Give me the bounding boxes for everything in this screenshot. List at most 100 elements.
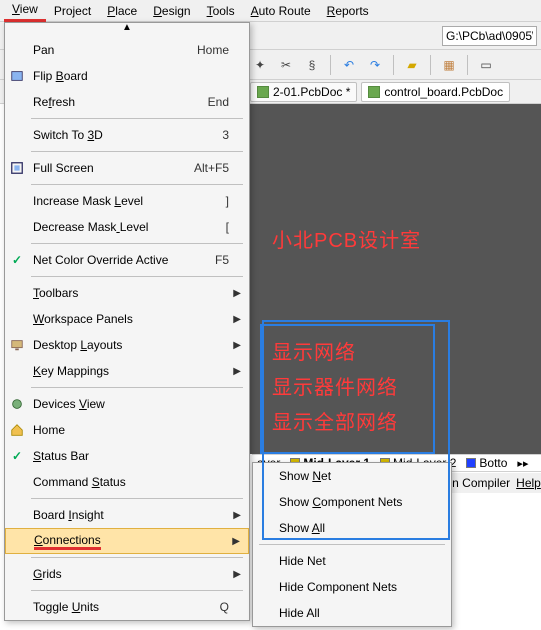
submenu-arrow-icon: ▶ xyxy=(229,569,241,580)
menu-place[interactable]: Place xyxy=(99,1,145,21)
shortcut-label: Home xyxy=(179,43,229,57)
layer-tab[interactable]: Botto xyxy=(461,456,512,470)
menu-item-label: Command Status xyxy=(29,475,179,489)
submenu-item-hide-net[interactable]: Hide Net xyxy=(253,548,451,574)
tool-highlight-icon[interactable]: ▰ xyxy=(402,55,422,75)
menu-item-label: Flip Board xyxy=(29,69,179,83)
submenu-item-label: Hide Net xyxy=(275,554,443,568)
menu-item-label: Net Color Override Active xyxy=(29,253,179,267)
doc-tab-label: control_board.PcbDoc xyxy=(384,85,503,99)
menu-item-flip-board[interactable]: Flip Board xyxy=(5,63,249,89)
separator xyxy=(330,55,331,75)
pcb-icon xyxy=(368,86,380,98)
submenu-arrow-icon: ▶ xyxy=(229,288,241,299)
tool-selection-icon[interactable]: ▭ xyxy=(476,55,496,75)
submenu-item-hide-component-nets[interactable]: Hide Component Nets xyxy=(253,574,451,600)
menu-item-board-insight[interactable]: Board Insight▶ xyxy=(5,502,249,528)
doc-tab[interactable]: 2-01.PcbDoc * xyxy=(250,82,357,102)
menu-item-increase-mask-level[interactable]: Increase Mask Level] xyxy=(5,188,249,214)
menu-design[interactable]: Design xyxy=(145,1,198,21)
menu-autoroute[interactable]: Auto Route xyxy=(243,1,319,21)
submenu-arrow-icon: ▶ xyxy=(229,366,241,377)
menu-item-connections[interactable]: Connections ▶ xyxy=(5,528,249,554)
menu-reports[interactable]: Reports xyxy=(319,1,377,21)
submenu-item-hide-all[interactable]: Hide All xyxy=(253,600,451,626)
check-icon: ✓ xyxy=(5,449,29,463)
annotation-box: 显示网络 显示器件网络 显示全部网络 xyxy=(260,324,435,454)
tool-scissors-icon[interactable]: ✂ xyxy=(276,55,296,75)
menu-item-home[interactable]: Home xyxy=(5,417,249,443)
submenu-arrow-icon: ▶ xyxy=(228,536,240,547)
pcb-canvas[interactable]: 小北PCB设计室 显示网络 显示器件网络 显示全部网络 xyxy=(250,104,541,454)
menu-item-toolbars[interactable]: Toolbars ▶ xyxy=(5,280,249,306)
menu-item-command-status[interactable]: Command Status xyxy=(5,469,249,495)
submenu-item-label: Hide Component Nets xyxy=(275,580,443,594)
devices-icon xyxy=(5,397,29,411)
submenu-item-label: Show Component Nets xyxy=(275,495,443,509)
tool-undo-icon[interactable]: ↶ xyxy=(339,55,359,75)
menu-item-net-color-override-active[interactable]: ✓Net Color Override ActiveF5 xyxy=(5,247,249,273)
separator xyxy=(31,498,243,499)
check-icon: ✓ xyxy=(5,253,29,267)
menu-tools[interactable]: Tools xyxy=(199,1,243,21)
submenu-item-label: Hide All xyxy=(275,606,443,620)
menu-item-label: Switch To 3D xyxy=(29,128,179,142)
shortcut-label: 3 xyxy=(179,128,229,142)
menu-view[interactable]: View xyxy=(4,0,46,22)
separator xyxy=(31,276,243,277)
desktop-icon xyxy=(5,338,29,352)
menu-item-status-bar[interactable]: ✓Status Bar xyxy=(5,443,249,469)
flip-icon xyxy=(5,69,29,83)
menu-item-label: Key Mappings xyxy=(29,364,179,378)
menu-item-key-mappings[interactable]: Key Mappings ▶ xyxy=(5,358,249,384)
tool-cross-icon[interactable]: ✦ xyxy=(250,55,270,75)
menu-item-label: Board Insight xyxy=(29,508,179,522)
scroll-up-arrow[interactable]: ▲ xyxy=(5,23,249,37)
menu-item-grids[interactable]: Grids▶ xyxy=(5,561,249,587)
doc-tab[interactable]: control_board.PcbDoc xyxy=(361,82,510,102)
menu-item-desktop-layouts[interactable]: Desktop Layouts▶ xyxy=(5,332,249,358)
menu-item-toggle-units[interactable]: Toggle UnitsQ xyxy=(5,594,249,620)
layer-nav[interactable]: ▸▸ xyxy=(512,457,533,470)
annotation-cn2: 显示器件网络 xyxy=(272,371,398,400)
tool-redo-icon[interactable]: ↷ xyxy=(365,55,385,75)
home-icon xyxy=(5,423,29,437)
submenu-item-label: Show Net xyxy=(275,469,443,483)
menu-item-decrease-mask-level[interactable]: Decrease Mask Level[ xyxy=(5,214,249,240)
menu-item-workspace-panels[interactable]: Workspace Panels▶ xyxy=(5,306,249,332)
shortcut-label: [ xyxy=(179,220,229,234)
shortcut-label: F5 xyxy=(179,253,229,267)
separator xyxy=(31,184,243,185)
menu-item-pan[interactable]: PanHome xyxy=(5,37,249,63)
menu-item-label: Toolbars xyxy=(29,286,179,300)
panel-compiler[interactable]: n Compiler xyxy=(452,476,510,490)
submenu-item-show-all[interactable]: Show All xyxy=(253,515,451,541)
layer-swatch xyxy=(466,458,476,468)
menu-project[interactable]: Project xyxy=(46,1,99,21)
menu-item-label: Decrease Mask Level xyxy=(29,220,179,234)
menu-item-label: Workspace Panels xyxy=(29,312,179,326)
menu-item-devices-view[interactable]: Devices View xyxy=(5,391,249,417)
path-input[interactable] xyxy=(442,26,537,46)
separator xyxy=(31,387,243,388)
menu-item-label: Toggle Units xyxy=(29,600,179,614)
menu-item-label: Pan xyxy=(29,43,179,57)
tool-board-icon[interactable]: ▦ xyxy=(439,55,459,75)
menu-item-label: Devices View xyxy=(29,397,179,411)
fullscreen-icon xyxy=(5,161,29,175)
menu-item-full-screen[interactable]: Full ScreenAlt+F5 xyxy=(5,155,249,181)
submenu-item-label: Show All xyxy=(275,521,443,535)
menu-item-refresh[interactable]: RefreshEnd xyxy=(5,89,249,115)
panel-help[interactable]: Help xyxy=(516,476,541,490)
menu-item-label: Connections xyxy=(30,533,178,550)
menu-item-switch-to-3d[interactable]: Switch To 3D3 xyxy=(5,122,249,148)
submenu-item-show-component-nets[interactable]: Show Component Nets xyxy=(253,489,451,515)
separator xyxy=(393,55,394,75)
menu-item-label: Home xyxy=(29,423,179,437)
submenu-item-show-net[interactable]: Show Net xyxy=(253,463,451,489)
separator xyxy=(259,544,445,545)
main-menubar: View Project Place Design Tools Auto Rou… xyxy=(0,0,541,22)
annotation-cn3: 显示全部网络 xyxy=(272,406,398,435)
tool-script-icon[interactable]: § xyxy=(302,55,322,75)
separator xyxy=(31,590,243,591)
